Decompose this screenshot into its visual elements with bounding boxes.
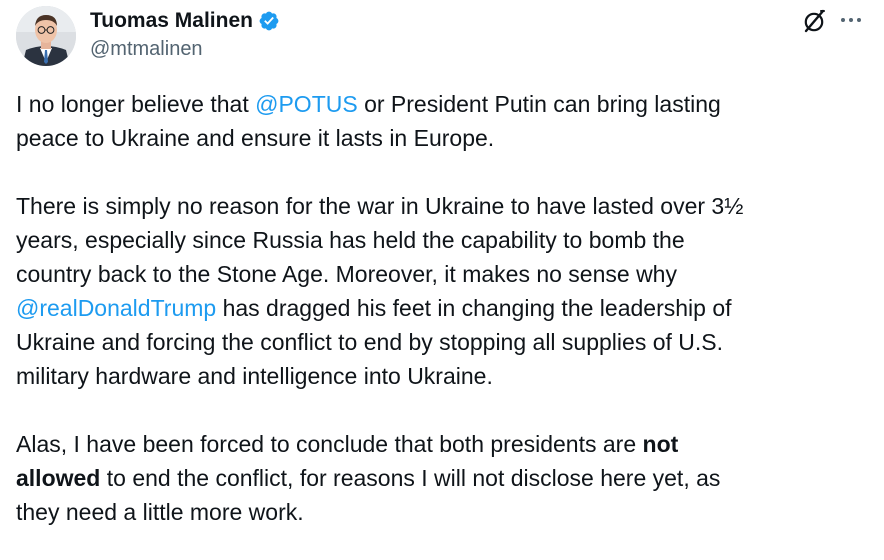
text-line: allowed to end the conflict, for reasons… — [16, 461, 876, 495]
text-line: I no longer believe that @POTUS or Presi… — [16, 87, 876, 121]
more-options-icon[interactable] — [837, 8, 865, 32]
mention-link-potus[interactable]: @POTUS — [255, 91, 358, 117]
text-line: they need a little more work. — [16, 499, 304, 525]
bold-text: allowed — [16, 465, 101, 491]
text-line: Alas, I have been forced to conclude tha… — [16, 427, 876, 461]
text-span: to end the conflict, for reasons I will … — [100, 465, 721, 491]
tweet: Tuomas Malinen @mtmalinen I no longer be… — [0, 0, 884, 560]
text-line: military hardware and intelligence into … — [16, 363, 493, 389]
text-line: years, especially since Russia has held … — [16, 227, 685, 253]
tweet-paragraph-1: I no longer believe that @POTUS or Presi… — [16, 87, 876, 155]
avatar[interactable] — [16, 6, 76, 66]
tweet-text: I no longer believe that @POTUS or Presi… — [16, 87, 876, 529]
text-span: has dragged his feet in changing the lea… — [216, 295, 732, 321]
text-line: @realDonaldTrump has dragged his feet in… — [16, 291, 876, 325]
bold-text: not — [642, 431, 679, 457]
text-line: There is simply no reason for the war in… — [16, 193, 744, 219]
author-name-row: Tuomas Malinen — [90, 8, 280, 34]
text-span: I no longer believe that — [16, 91, 256, 117]
grok-icon[interactable] — [800, 7, 828, 35]
mention-link-realdonaldtrump[interactable]: @realDonaldTrump — [16, 295, 216, 321]
verified-badge-icon[interactable] — [258, 10, 280, 32]
avatar-image — [16, 6, 76, 66]
tweet-paragraph-3: Alas, I have been forced to conclude tha… — [16, 427, 876, 529]
text-line: peace to Ukraine and ensure it lasts in … — [16, 125, 495, 151]
text-line: Ukraine and forcing the conflict to end … — [16, 329, 724, 355]
tweet-paragraph-2: There is simply no reason for the war in… — [16, 189, 876, 393]
text-span: or President Putin can bring lasting — [357, 91, 721, 117]
display-name[interactable]: Tuomas Malinen — [90, 9, 253, 33]
author-handle[interactable]: @mtmalinen — [90, 38, 203, 61]
text-span: Alas, I have been forced to conclude tha… — [16, 431, 643, 457]
text-line: country back to the Stone Age. Moreover,… — [16, 261, 677, 287]
